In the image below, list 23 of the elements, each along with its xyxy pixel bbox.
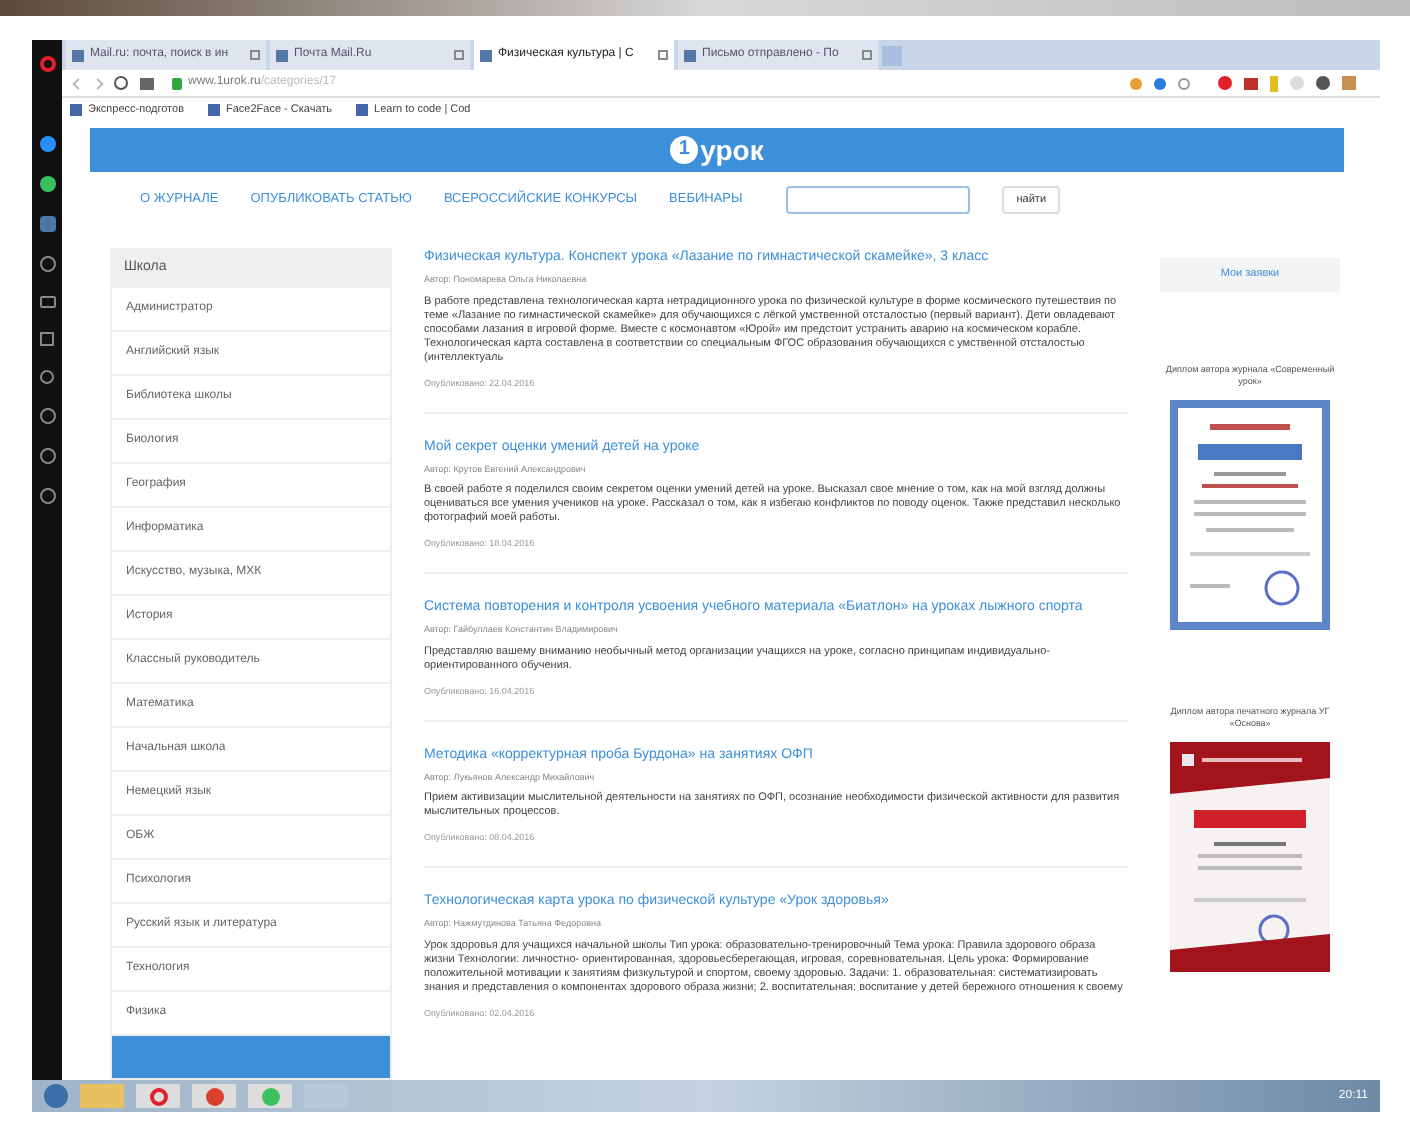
close-icon[interactable] — [658, 50, 668, 60]
start-icon[interactable] — [44, 1084, 68, 1108]
close-icon[interactable] — [862, 50, 872, 60]
close-icon[interactable] — [454, 50, 464, 60]
page-icon — [70, 104, 82, 117]
page-icon — [72, 49, 84, 61]
back-icon[interactable] — [72, 77, 84, 89]
site-logo[interactable]: 1 урок — [670, 136, 764, 164]
page-icon — [480, 49, 492, 61]
apps-icon[interactable] — [140, 77, 154, 90]
block-icon[interactable] — [1218, 76, 1232, 91]
search-field[interactable] — [786, 186, 971, 214]
page-icon — [208, 104, 220, 117]
sidebar-item[interactable] — [110, 1036, 392, 1080]
reload-icon[interactable] — [114, 76, 128, 91]
lock-icon — [172, 77, 182, 90]
opera-icon[interactable] — [39, 56, 55, 72]
page-icon — [356, 104, 369, 117]
page-icon — [684, 49, 696, 61]
close-icon[interactable] — [250, 50, 260, 60]
forward-icon[interactable] — [92, 77, 104, 89]
opera-icon[interactable] — [136, 1084, 180, 1108]
page-icon — [276, 49, 288, 61]
